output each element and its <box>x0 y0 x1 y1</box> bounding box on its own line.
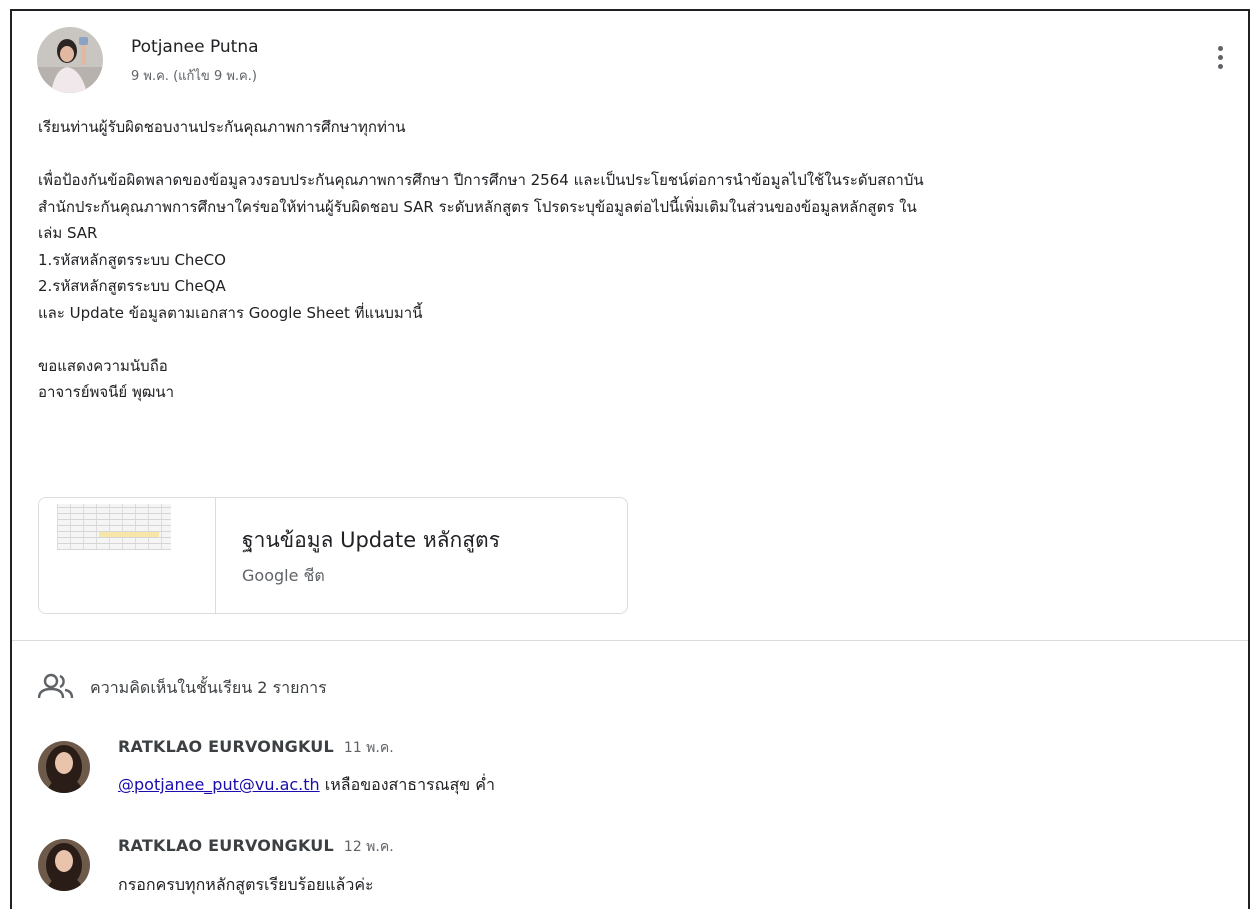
post-author-name: Potjanee Putna <box>131 37 259 57</box>
body-line: เล่ม SAR <box>38 224 98 242</box>
section-divider <box>12 640 1248 641</box>
body-line: และ Update ข้อมูลตามเอกสาร Google Sheet … <box>38 303 423 322</box>
body-line: 2.รหัสหลักสูตรระบบ CheQA <box>38 277 226 295</box>
body-line: สำนักประกันคุณภาพการศึกษาใคร่ขอให้ท่านผู… <box>38 197 917 216</box>
commenter-avatar[interactable] <box>38 741 90 793</box>
comment-text: @potjanee_put@vu.ac.th เหลือของสาธารณสุข… <box>118 773 495 798</box>
author-avatar[interactable] <box>37 27 103 93</box>
more-vert-icon[interactable] <box>1210 46 1230 76</box>
attachment-card[interactable]: ฐานข้อมูล Update หลักสูตร Google ชีต <box>38 497 628 614</box>
comment-date: 12 พ.ค. <box>343 839 394 855</box>
comment-body: กรอกครบทุกหลักสูตรเรียบร้อยแล้วค่ะ <box>118 875 374 894</box>
commenter-avatar[interactable] <box>38 839 90 891</box>
comment-author: RATKLAO EURVONGKUL 11 พ.ค. <box>118 737 394 759</box>
post-body: เรียนท่านผู้รับผิดชอบงานประกันคุณภาพการศ… <box>38 114 1233 406</box>
body-line: อาจารย์พจนีย์ พุฒนา <box>38 383 175 401</box>
comment-date: 11 พ.ค. <box>343 740 394 756</box>
body-line: เรียนท่านผู้รับผิดชอบงานประกันคุณภาพการศ… <box>38 118 406 136</box>
class-comments-label[interactable]: ความคิดเห็นในชั้นเรียน 2 รายการ <box>90 676 327 701</box>
body-line: ขอแสดงความนับถือ <box>38 356 168 375</box>
body-line: 1.รหัสหลักสูตรระบบ CheCO <box>38 250 226 269</box>
attachment-thumbnail <box>39 498 216 613</box>
comment-author-name: RATKLAO EURVONGKUL <box>118 737 334 756</box>
attachment-type: Google ชีต <box>242 566 325 585</box>
comment-author: RATKLAO EURVONGKUL 12 พ.ค. <box>118 836 394 858</box>
comment-author-name: RATKLAO EURVONGKUL <box>118 836 334 855</box>
people-icon <box>38 673 74 699</box>
post-date: 9 พ.ค. (แก้ไข 9 พ.ค.) <box>131 69 257 84</box>
mention-link[interactable]: @potjanee_put@vu.ac.th <box>118 775 320 794</box>
body-line: เพื่อป้องกันข้อผิดพลาดของข้อมูลวงรอบประก… <box>38 171 924 189</box>
attachment-title: ฐานข้อมูล Update หลักสูตร <box>242 528 500 552</box>
comment-body: เหลือของสาธารณสุข ค่ำ <box>319 775 495 794</box>
